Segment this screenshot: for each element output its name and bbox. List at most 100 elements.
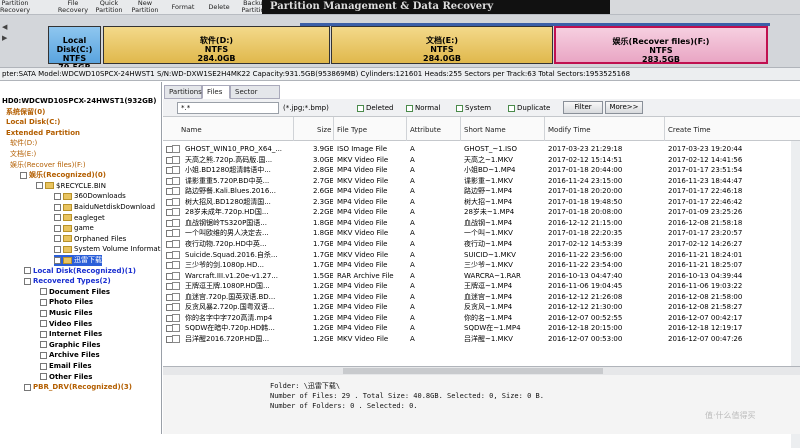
toolbar-partition-recovery[interactable]: Partition Recovery	[0, 0, 30, 15]
file-row[interactable]: 吕洋醒2016.720P.HD国... 1.2GB MKV Video File A 吕…	[163, 334, 800, 345]
file-row[interactable]: 你的名字中字720高清.mp4 1.2GB MP4 Video File A 你的名~1…	[163, 313, 800, 324]
file-row[interactable]: 路边野餐.Kali.Blues.2016... 2.6GB MP4 Video Fi…	[163, 186, 800, 197]
file-row[interactable]: Warcraft.III.v1.20e-v1.27... 1.5GB RAR Arc…	[163, 271, 800, 282]
file-row[interactable]: 小姐.BD1280超清韩语中... 2.8GB MP4 Video File A 小姐B…	[163, 165, 800, 176]
checkbox-icon[interactable]	[40, 330, 47, 338]
file-row[interactable]: 夜行动物.720p.HD中英... 1.7GB MP4 Video File A 夜行动…	[163, 239, 800, 250]
tree-item[interactable]: eagleget	[54, 213, 105, 224]
tree-item[interactable]: 文档(E:)	[10, 149, 36, 160]
filter-pattern-input[interactable]: *.*	[177, 102, 279, 114]
checkbox-icon[interactable]	[40, 298, 47, 306]
checkbox-icon[interactable]	[36, 182, 43, 190]
checkbox-icon[interactable]	[40, 288, 47, 296]
checkbox-icon[interactable]	[54, 214, 61, 222]
tree-item[interactable]: Email Files	[40, 361, 92, 372]
checkbox-icon[interactable]	[508, 104, 515, 112]
file-row[interactable]: Suicide.Squad.2016.自杀... 1.7GB MKV Video F…	[163, 250, 800, 261]
file-row[interactable]: GHOST_WIN10_PRO_X64_... 3.9GB ISO Image Fi…	[163, 144, 800, 155]
tree-item[interactable]: HD0:WDCWD10SPCX-24HWST1(932GB)	[2, 96, 156, 107]
col-create-time[interactable]: Create Time	[668, 126, 711, 134]
checkbox-icon[interactable]	[40, 351, 47, 359]
tree-item[interactable]: System Volume Information	[54, 244, 161, 255]
tree-item[interactable]: 娱乐(Recover files)(F:)	[10, 160, 86, 171]
tree-item[interactable]: Video Files	[40, 319, 92, 330]
scroll-thumb[interactable]	[343, 368, 603, 374]
checkbox-icon[interactable]	[406, 104, 413, 112]
file-row[interactable]: SQDW在暗中.720p.HD韩... 1.2GB MP4 Video File A S…	[163, 323, 800, 334]
tree-item[interactable]: Graphic Files	[40, 340, 100, 351]
partition-e[interactable]: 文档(E:) NTFS 284.0GB	[331, 26, 553, 64]
tree-item[interactable]: 系统保留(0)	[6, 107, 45, 118]
tree-item[interactable]: 软件(D:)	[10, 138, 37, 149]
checkbox-icon[interactable]	[54, 235, 61, 243]
file-row[interactable]: 三少爷的剑.1080p.HD... 1.7GB MP4 Video File A 三少爷…	[163, 260, 800, 271]
tree-item[interactable]: Archive Files	[40, 350, 100, 361]
horizontal-scrollbar[interactable]	[163, 367, 800, 375]
toolbar-delete[interactable]: Delete	[204, 0, 234, 15]
tree-item[interactable]: 娱乐(Recognized)(0)	[20, 170, 106, 181]
arrow-left-icon[interactable]: ◀	[2, 23, 7, 31]
checkbox-icon[interactable]	[456, 104, 463, 112]
col-file-type[interactable]: File Type	[337, 126, 367, 134]
file-row[interactable]: 一个叫欧维的男人决定去... 1.8GB MKV Video File A 一个叫~1.…	[163, 228, 800, 239]
tree-item[interactable]: Internet Files	[40, 329, 102, 340]
tab-partitions[interactable]: Partitions	[164, 85, 202, 99]
file-row[interactable]: 血战钢锯岭TS320P国语... 1.8GB MP4 Video File A 血战钢~…	[163, 218, 800, 229]
tree-item[interactable]: Photo Files	[40, 297, 93, 308]
file-row[interactable]: 反贪风暴2.720p.国粤双语... 1.2GB MP4 Video File A 反贪…	[163, 302, 800, 313]
tree-item[interactable]: Document Files	[40, 287, 110, 298]
toolbar-new-partition[interactable]: New Partition	[128, 0, 162, 15]
tree-item[interactable]: Local Disk(C:)	[6, 117, 60, 128]
tree-item[interactable]: 360Downloads	[54, 191, 126, 202]
file-row[interactable]: 28岁未成年.720p.HD国... 2.2GB MP4 Video File A 28…	[163, 207, 800, 218]
checkbox-icon[interactable]	[24, 267, 31, 275]
tree-item[interactable]: Orphaned Files	[54, 234, 126, 245]
checkbox-icon[interactable]	[40, 373, 47, 381]
tree-item[interactable]: Other Files	[40, 372, 92, 383]
tree-item[interactable]: BaiduNetdiskDownload	[54, 202, 155, 213]
tree-item[interactable]: Extended Partition	[6, 128, 80, 139]
tree-item[interactable]: Local Disk(Recognized)(1)	[24, 266, 136, 277]
checkbox-icon[interactable]	[24, 277, 31, 285]
toolbar-file-recovery[interactable]: File Recovery	[56, 0, 90, 15]
checkbox-icon[interactable]	[357, 104, 364, 112]
file-row[interactable]: 树大招风.BD1280超清国... 2.3GB MP4 Video File A 树大招…	[163, 197, 800, 208]
file-row[interactable]: 血迷宫.720p.国英双语.BD... 1.2GB MP4 Video File A 血…	[163, 292, 800, 303]
file-row[interactable]: 天高之熊.720p.高码版.国... 3.0GB MKV Video File A 天高…	[163, 155, 800, 166]
toolbar-quick-partition[interactable]: Quick Partition	[92, 0, 126, 15]
file-row[interactable]: 王牌逗王牌.1080P.HD国... 1.2GB MP4 Video File A 王牌…	[163, 281, 800, 292]
normal-checkbox[interactable]: Normal	[406, 102, 446, 114]
col-short-name[interactable]: Short Name	[464, 126, 506, 134]
col-name[interactable]: Name	[181, 126, 202, 134]
tree-item[interactable]: 迅雷下载	[54, 255, 102, 266]
checkbox-icon[interactable]	[20, 171, 27, 179]
col-modify-time[interactable]: Modify Time	[548, 126, 591, 134]
partition-c[interactable]: Local Disk(C:)NTFS79.5GB	[48, 26, 101, 72]
partition-d[interactable]: 软件(D:) NTFS 284.0GB	[103, 26, 330, 64]
checkbox-icon[interactable]	[40, 309, 47, 317]
tree-item[interactable]: Recovered Types(2)	[24, 276, 111, 287]
checkbox-icon[interactable]	[54, 192, 61, 200]
disk-nav-arrows[interactable]: ◀ ▶	[2, 22, 14, 44]
checkbox-icon[interactable]	[54, 224, 61, 232]
checkbox-icon[interactable]	[54, 245, 61, 253]
file-row[interactable]: 谍影重重5.720P.BD中英... 2.7GB MKV Video File A 谍影…	[163, 176, 800, 187]
checkbox-icon[interactable]	[40, 341, 47, 349]
toolbar-format[interactable]: Format	[168, 0, 198, 15]
checkbox-icon[interactable]	[40, 320, 47, 328]
checkbox-icon[interactable]	[40, 362, 47, 370]
checkbox-icon[interactable]	[54, 256, 61, 264]
partition-f[interactable]: 娱乐(Recover files)(F:) NTFS 283.5GB	[554, 26, 768, 64]
col-size[interactable]: Size	[317, 126, 331, 134]
duplicate-checkbox[interactable]: Duplicate	[508, 102, 558, 114]
tree-item[interactable]: Music Files	[40, 308, 93, 319]
tree-item[interactable]: PBR_DRV(Recognized)(3)	[24, 382, 132, 393]
system-checkbox[interactable]: System	[456, 102, 496, 114]
tree-item[interactable]: $RECYCLE.BIN	[36, 181, 106, 192]
more-button[interactable]: More>>	[605, 101, 643, 114]
deleted-checkbox[interactable]: Deleted	[357, 102, 397, 114]
checkbox-icon[interactable]	[54, 203, 61, 211]
tab-files[interactable]: Files	[202, 85, 230, 99]
tree-item[interactable]: game	[54, 223, 94, 234]
arrow-right-icon[interactable]: ▶	[2, 34, 7, 42]
